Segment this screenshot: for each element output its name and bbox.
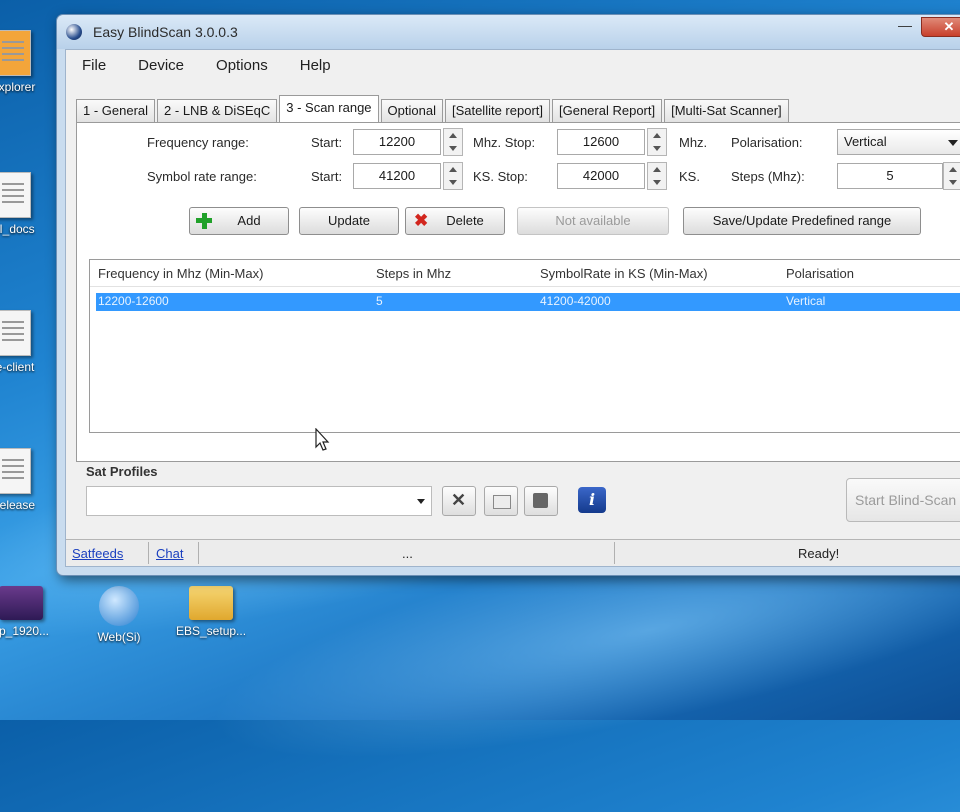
desktop-icon-setup[interactable]: EBS_setup... — [176, 586, 246, 638]
freq-unit-label: Mhz. — [679, 135, 708, 150]
add-button[interactable]: Add — [189, 207, 289, 235]
update-button[interactable]: Update — [299, 207, 399, 235]
row-steps: 5 — [376, 294, 383, 308]
list-icon — [493, 495, 511, 509]
freq-start-input[interactable]: 12200 — [353, 129, 441, 155]
symbol-rate-range-label: Symbol rate range: — [147, 169, 257, 184]
app-icon — [0, 30, 31, 76]
desktop-icon-explorer[interactable]: Explorer — [0, 30, 48, 94]
chevron-down-icon — [948, 140, 958, 146]
sym-stop-spinner[interactable] — [647, 162, 667, 190]
globe-icon — [99, 586, 139, 626]
load-profile-button[interactable] — [484, 486, 518, 516]
delete-profile-button[interactable]: ✕ — [442, 486, 476, 516]
row-frequency: 12200-12600 — [98, 294, 169, 308]
freq-stop-label: Mhz. Stop: — [473, 135, 536, 150]
menu-bar: File Device Options Help — [66, 50, 960, 80]
chat-link[interactable]: Chat — [156, 546, 183, 561]
status-divider — [198, 542, 199, 564]
table-row[interactable]: 12200-12600 5 41200-42000 Vertical — [96, 293, 960, 311]
tab-lnb-diseqc[interactable]: 2 - LNB & DiSEqC — [157, 99, 278, 122]
close-icon: ✕ — [451, 490, 467, 510]
save-update-predefined-button[interactable]: Save/Update Predefined range — [683, 207, 921, 235]
desktop-icon-archive[interactable]: kp_1920... — [0, 586, 56, 638]
freq-stop-input[interactable]: 12600 — [557, 129, 645, 155]
menu-options[interactable]: Options — [212, 55, 272, 76]
steps-label: Steps (Mhz): — [731, 169, 805, 184]
freq-start-spinner[interactable] — [443, 128, 463, 156]
app-window: Easy BlindScan 3.0.0.3 — ✕ File Device O… — [56, 14, 960, 576]
document-icon — [0, 172, 31, 218]
scan-range-panel: Frequency range: Start: 12200 Mhz. Stop:… — [76, 122, 960, 462]
plus-icon — [196, 213, 212, 229]
sat-profiles-label: Sat Profiles — [86, 464, 158, 479]
frequency-range-label: Frequency range: — [147, 135, 249, 150]
column-polarisation[interactable]: Polarisation — [786, 266, 854, 281]
column-symbolrate[interactable]: SymbolRate in KS (Min-Max) — [540, 266, 708, 281]
menu-device[interactable]: Device — [134, 55, 188, 76]
tab-strip: 1 - General 2 - LNB & DiSEqC 3 - Scan ra… — [76, 95, 960, 122]
freq-stop-spinner[interactable] — [647, 128, 667, 156]
tab-multi-sat-scanner[interactable]: [Multi-Sat Scanner] — [664, 99, 789, 122]
satfeeds-link[interactable]: Satfeeds — [72, 546, 123, 561]
polarisation-select[interactable]: Vertical — [837, 129, 960, 155]
column-steps[interactable]: Steps in Mhz — [376, 266, 451, 281]
tab-optional[interactable]: Optional — [380, 99, 443, 122]
menu-help[interactable]: Help — [296, 55, 335, 76]
tab-satellite-report[interactable]: [Satellite report] — [444, 99, 550, 122]
delete-button-label: Delete — [446, 213, 484, 228]
title-bar[interactable]: Easy BlindScan 3.0.0.3 — ✕ — [57, 15, 960, 49]
info-button[interactable]: i — [578, 487, 606, 513]
tab-general-report[interactable]: [General Report] — [552, 99, 663, 122]
desktop-icon-client[interactable]: re-client — [0, 310, 48, 374]
delete-x-icon: ✖ — [414, 211, 429, 230]
minimize-button[interactable]: — — [891, 17, 919, 35]
mouse-pointer-icon — [315, 428, 330, 451]
archive-icon — [0, 586, 43, 620]
sym-stop-label: KS. Stop: — [473, 169, 528, 184]
row-symbolrate: 41200-42000 — [540, 294, 611, 308]
polarisation-value: Vertical — [844, 134, 887, 149]
sym-stop-input[interactable]: 42000 — [557, 163, 645, 189]
list-header: Frequency in Mhz (Min-Max) Steps in Mhz … — [90, 260, 960, 287]
desktop-icon-release[interactable]: Release — [0, 448, 48, 512]
delete-button[interactable]: ✖ Delete — [405, 207, 505, 235]
scan-range-list[interactable]: Frequency in Mhz (Min-Max) Steps in Mhz … — [89, 259, 960, 433]
add-button-label: Add — [237, 213, 261, 228]
status-middle: ... — [402, 546, 413, 561]
floppy-disk-icon — [533, 493, 548, 508]
window-title: Easy BlindScan 3.0.0.3 — [93, 24, 238, 40]
chevron-down-icon — [417, 499, 425, 504]
column-frequency[interactable]: Frequency in Mhz (Min-Max) — [98, 266, 263, 281]
steps-spinner[interactable] — [943, 162, 960, 190]
status-bar: Satfeeds Chat ... Ready! — [66, 539, 960, 566]
menu-file[interactable]: File — [78, 55, 110, 76]
document-icon — [0, 448, 31, 494]
freq-start-label: Start: — [311, 135, 343, 150]
row-polarisation: Vertical — [786, 294, 826, 308]
close-button[interactable]: ✕ — [921, 17, 960, 37]
sym-start-input[interactable]: 41200 — [353, 163, 441, 189]
desktop-icon-web[interactable]: Web(Si) — [84, 586, 154, 644]
start-blind-scan-button[interactable]: Start Blind-Scan — [846, 478, 960, 522]
app-logo-icon — [66, 24, 82, 40]
client-area: File Device Options Help 1 - General 2 -… — [65, 49, 960, 567]
document-icon — [0, 310, 31, 356]
sym-start-label: Start: — [311, 169, 343, 184]
status-divider — [614, 542, 615, 564]
setup-icon — [189, 586, 233, 620]
sat-profiles-combo[interactable] — [86, 486, 432, 516]
save-profile-button[interactable] — [524, 486, 558, 516]
sym-unit-label: KS. — [679, 169, 700, 184]
not-available-button[interactable]: Not available — [517, 207, 669, 235]
steps-input[interactable]: 5 — [837, 163, 943, 189]
sym-start-spinner[interactable] — [443, 162, 463, 190]
status-ready: Ready! — [798, 546, 840, 561]
status-divider — [148, 542, 149, 564]
desktop-icon-docs[interactable]: SI_docs — [0, 172, 48, 236]
tab-general[interactable]: 1 - General — [76, 99, 156, 122]
tab-scan-range[interactable]: 3 - Scan range — [279, 95, 379, 122]
polarisation-label: Polarisation: — [731, 135, 803, 150]
